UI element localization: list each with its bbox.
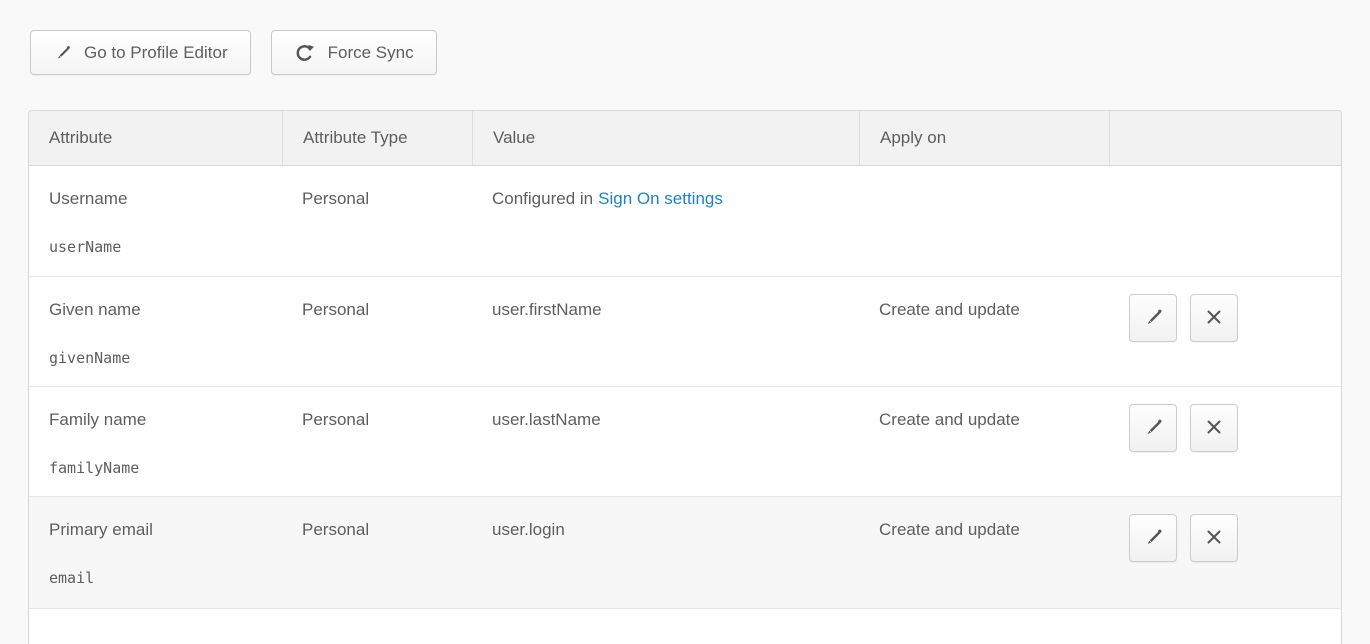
attribute-label: Username (49, 189, 127, 208)
force-sync-label: Force Sync (328, 43, 414, 63)
attribute-type-cell: Personal (282, 277, 472, 386)
actions-cell (1109, 277, 1341, 386)
attribute-key: familyName (49, 457, 272, 479)
close-icon (1204, 527, 1224, 550)
attribute-label: Primary email (49, 520, 153, 539)
close-icon (1204, 417, 1224, 440)
value-cell: Configured in Sign On settings (472, 166, 859, 276)
row-given-name: Given name givenName Personal user.first… (29, 276, 1341, 386)
delete-attribute-button[interactable] (1190, 404, 1238, 452)
pencil-icon (1142, 416, 1164, 441)
attribute-key: userName (49, 236, 272, 258)
header-attribute: Attribute (29, 111, 282, 165)
close-icon (1204, 307, 1224, 330)
header-value: Value (472, 111, 859, 165)
header-apply-on: Apply on (859, 111, 1109, 165)
force-sync-button[interactable]: Force Sync (271, 30, 437, 75)
row-username: Username userName Personal Configured in… (29, 166, 1341, 276)
pencil-icon (1142, 526, 1164, 551)
actions-cell (1109, 497, 1341, 608)
toolbar: Go to Profile Editor Force Sync (30, 30, 437, 75)
value-cell: user.firstName (472, 277, 859, 386)
apply-on-cell: Create and update (859, 387, 1109, 496)
attribute-label: Family name (49, 410, 146, 429)
apply-on-cell: Create and update (859, 277, 1109, 386)
header-attribute-type: Attribute Type (282, 111, 472, 165)
apply-on-cell (859, 166, 1109, 276)
edit-attribute-button[interactable] (1129, 294, 1177, 342)
attribute-cell: Primary email email (29, 497, 282, 608)
header-actions (1109, 111, 1341, 165)
go-to-profile-editor-button[interactable]: Go to Profile Editor (30, 30, 251, 75)
delete-attribute-button[interactable] (1190, 514, 1238, 562)
delete-attribute-button[interactable] (1190, 294, 1238, 342)
attribute-cell: Family name familyName (29, 387, 282, 496)
table-header-row: Attribute Attribute Type Value Apply on (29, 111, 1341, 166)
next-row-partial (29, 608, 1341, 644)
attribute-cell: Given name givenName (29, 277, 282, 386)
refresh-icon (294, 42, 316, 64)
edit-attribute-button[interactable] (1129, 404, 1177, 452)
row-primary-email: Primary email email Personal user.login … (29, 496, 1341, 608)
sign-on-settings-link[interactable]: Sign On settings (598, 189, 723, 208)
attribute-type-cell: Personal (282, 497, 472, 608)
actions-cell (1109, 387, 1341, 496)
pencil-icon (53, 43, 72, 62)
row-family-name: Family name familyName Personal user.las… (29, 386, 1341, 496)
attribute-key: givenName (49, 347, 272, 369)
go-to-profile-editor-label: Go to Profile Editor (84, 43, 228, 63)
attribute-type-cell: Personal (282, 387, 472, 496)
attribute-key: email (49, 567, 272, 589)
value-cell: user.login (472, 497, 859, 608)
attribute-label: Given name (49, 300, 141, 319)
attribute-type-cell: Personal (282, 166, 472, 276)
value-cell: user.lastName (472, 387, 859, 496)
pencil-icon (1142, 306, 1164, 331)
value-prefix: Configured in (492, 189, 593, 208)
attribute-mapping-table: Attribute Attribute Type Value Apply on … (28, 110, 1342, 644)
apply-on-cell: Create and update (859, 497, 1109, 608)
edit-attribute-button[interactable] (1129, 514, 1177, 562)
actions-cell (1109, 166, 1341, 276)
attribute-cell: Username userName (29, 166, 282, 276)
